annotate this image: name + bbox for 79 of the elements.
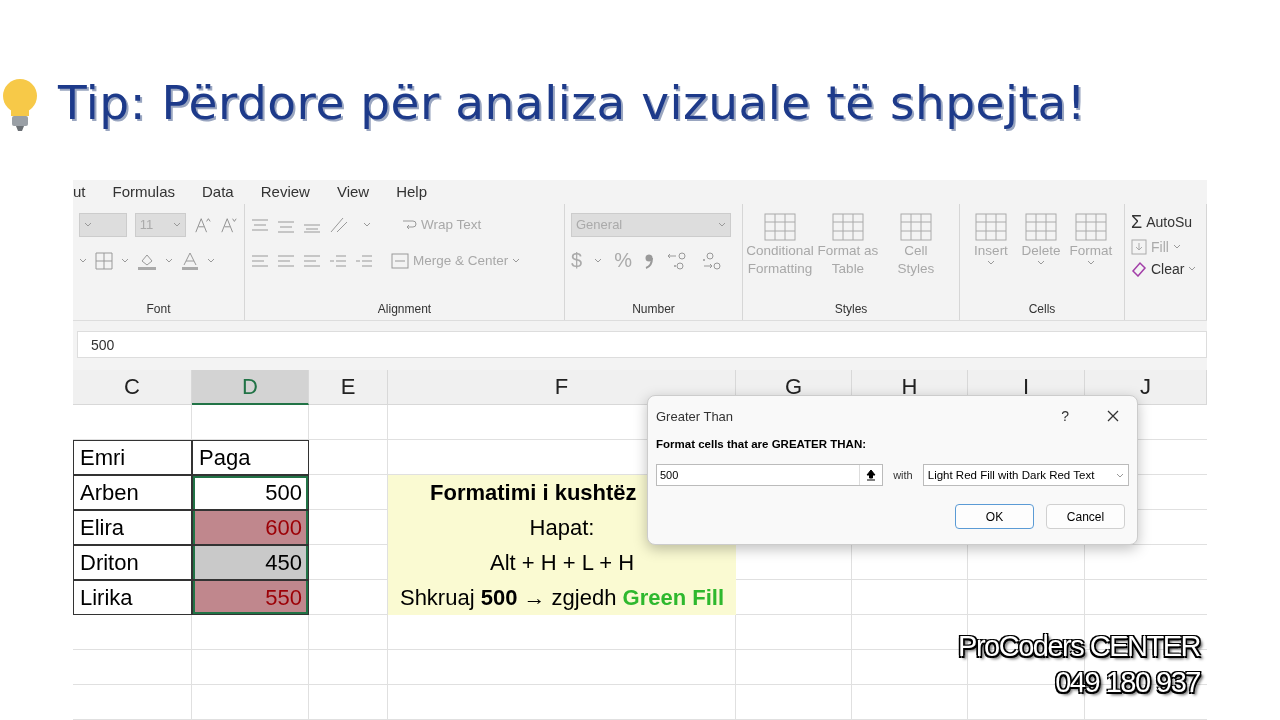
- header-cell: Paga: [192, 440, 309, 475]
- header-cell: Emri: [73, 440, 192, 475]
- caret-icon: [594, 258, 603, 264]
- slide-title: Tip: Përdore për analiza vizuale të shpejta!: [58, 75, 1087, 130]
- table-cell: 500: [192, 475, 309, 510]
- font-name-field[interactable]: [79, 212, 127, 237]
- decimal-icon[interactable]: [665, 250, 688, 271]
- caret-icon: [84, 222, 92, 228]
- ribbon-tab[interactable]: Help: [396, 183, 427, 201]
- caret-icon: [1172, 244, 1181, 250]
- caret-icon: [987, 259, 995, 265]
- caret-icon: [1037, 259, 1045, 265]
- lightbulb-icon: [0, 78, 40, 132]
- align-icon[interactable]: [277, 252, 295, 269]
- dialog-prompt: Format cells that are GREATER THAN:: [656, 438, 867, 450]
- formula-bar[interactable]: 500: [77, 331, 1207, 358]
- fill-down-icon: [1131, 238, 1147, 255]
- help-button[interactable]: ?: [1061, 408, 1069, 424]
- caret-icon: [165, 258, 173, 264]
- with-label: with: [893, 469, 913, 481]
- note-cell: Alt + H + L + H: [388, 545, 736, 580]
- group-label: Font: [146, 302, 171, 317]
- table-icon[interactable]: [899, 211, 933, 242]
- align-icon[interactable]: [251, 216, 269, 233]
- table-icon[interactable]: [974, 211, 1008, 242]
- caret-icon: [79, 258, 87, 264]
- table-cell: Elira: [73, 510, 192, 545]
- caret-icon: [121, 258, 129, 264]
- caret-icon: [173, 222, 182, 228]
- format-dropdown[interactable]: Light Red Fill with Dark Red Text: [922, 464, 1129, 486]
- dialog-button[interactable]: OK: [955, 504, 1034, 529]
- caret-icon: [1116, 472, 1124, 478]
- dialog-button[interactable]: Cancel: [1046, 504, 1125, 529]
- font-grow-icon[interactable]: [194, 215, 213, 234]
- align-icon[interactable]: [251, 252, 269, 269]
- caret-icon: [363, 222, 371, 228]
- table-cell: 450: [192, 545, 309, 580]
- table-icon[interactable]: [1024, 211, 1058, 242]
- caret-icon: [512, 258, 521, 264]
- caret-icon: [1087, 259, 1095, 265]
- group-label: Number: [632, 302, 675, 317]
- value-field[interactable]: 500: [656, 464, 884, 486]
- table-icon[interactable]: [1074, 211, 1108, 242]
- font-color-icon[interactable]: [181, 251, 199, 270]
- upload-icon[interactable]: [866, 469, 877, 481]
- column-header[interactable]: E: [309, 370, 388, 405]
- indent-icon[interactable]: [355, 252, 373, 269]
- font-shrink-icon[interactable]: [220, 215, 238, 234]
- caret-icon: [1188, 266, 1197, 272]
- caret-icon: [207, 258, 215, 264]
- ribbon-tab[interactable]: Review: [260, 183, 310, 201]
- clear-button[interactable]: Clear: [1131, 260, 1200, 277]
- dialog-title: Greater Than: [656, 408, 735, 424]
- table-cell: 600: [192, 510, 309, 545]
- group-label: Alignment: [377, 302, 432, 317]
- table-cell: Driton: [73, 545, 192, 580]
- group-label: Styles: [834, 302, 868, 317]
- table-cell: 550: [192, 580, 309, 615]
- column-header[interactable]: F: [388, 370, 736, 405]
- note-cell: Shkruaj 500 → zgjedh Green Fill: [388, 580, 736, 615]
- close-icon[interactable]: [1107, 410, 1119, 422]
- ribbon-tab[interactable]: ut: [73, 183, 86, 201]
- column-header[interactable]: C: [73, 370, 192, 405]
- borders-icon[interactable]: [95, 251, 113, 270]
- indent-icon[interactable]: [329, 252, 347, 269]
- ribbon-tab[interactable]: Formulas: [112, 183, 176, 201]
- merge-icon: [391, 252, 409, 269]
- autosum-button[interactable]: Σ AutoSu: [1131, 211, 1200, 233]
- table-cell: Arben: [73, 475, 192, 510]
- ribbon-tab[interactable]: View: [336, 183, 370, 201]
- table-icon[interactable]: [763, 211, 797, 242]
- column-header[interactable]: D: [192, 370, 309, 405]
- eraser-icon: [1131, 260, 1147, 277]
- ribbon-tab[interactable]: Data: [202, 183, 234, 201]
- align-icon[interactable]: [303, 252, 321, 269]
- group-label: Cells: [1028, 302, 1056, 317]
- table-cell: Lirika: [73, 580, 192, 615]
- caret-icon: [718, 222, 726, 228]
- table-icon[interactable]: [831, 211, 865, 242]
